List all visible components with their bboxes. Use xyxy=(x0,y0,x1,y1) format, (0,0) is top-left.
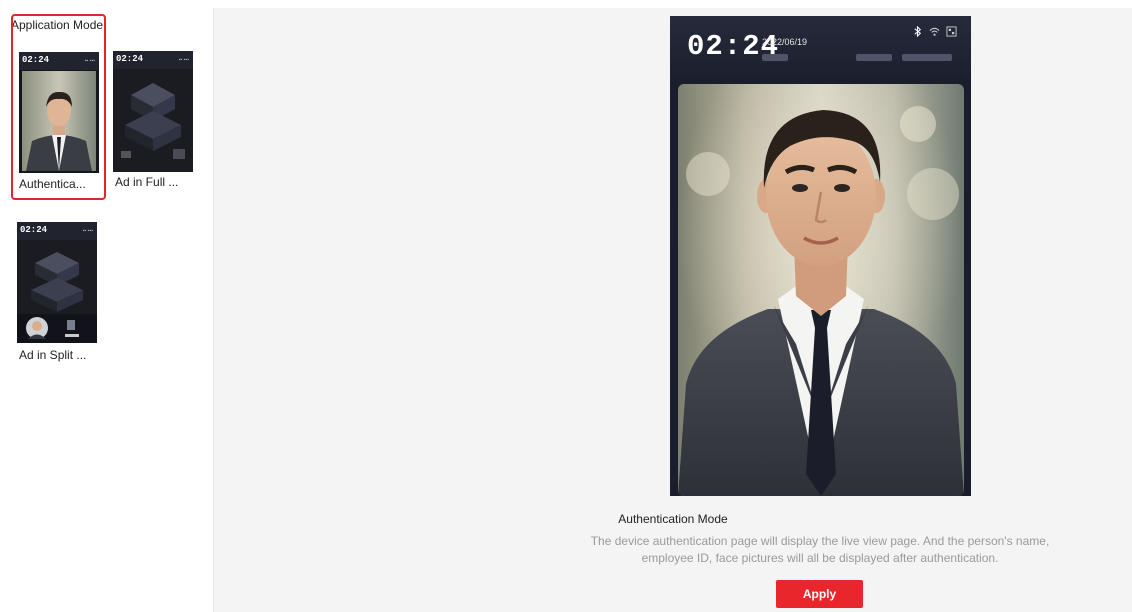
blurred-text xyxy=(902,54,952,61)
mode-description: The device authentication page will disp… xyxy=(590,534,1050,565)
mode-card-ad-split[interactable]: 02:24 ▪▪ ▪▪▪ Ad in Split ... xyxy=(11,207,106,393)
person-photo xyxy=(22,71,96,171)
thumb-time: 02:24 xyxy=(116,54,144,64)
split-ad-image xyxy=(17,240,97,343)
blurred-text xyxy=(762,54,788,61)
mode-card-authentication[interactable]: 02:24 ▪▪ ▪▪▪ Authentica... xyxy=(11,14,106,200)
mode-thumbnail: 02:24 ▪▪ ▪▪▪ xyxy=(17,222,97,343)
device-preview: 02:24 2022/06/19 xyxy=(670,16,971,496)
apply-button[interactable]: Apply xyxy=(776,580,863,608)
mode-thumbnail: 02:24 ▪▪ ▪▪▪ xyxy=(19,52,99,173)
device-status-bar: 02:24 2022/06/19 xyxy=(670,16,971,80)
qr-code-icon xyxy=(946,26,957,37)
device-status-icons xyxy=(912,26,957,37)
thumb-status-icons: ▪▪ ▪▪▪ xyxy=(178,57,189,63)
thumb-time: 02:24 xyxy=(20,225,48,235)
thumb-status-icons: ▪▪ ▪▪▪ xyxy=(82,228,93,234)
blurred-text xyxy=(856,54,892,61)
mode-title: Authentication Mode xyxy=(618,512,728,526)
device-date: 2022/06/19 xyxy=(762,37,808,47)
mode-card-ad-full[interactable]: 02:24 ▪▪ ▪▪▪ Ad in Full ... xyxy=(105,45,200,231)
thumb-time: 02:24 xyxy=(22,55,50,65)
thumb-status-bar: 02:24 ▪▪ ▪▪▪ xyxy=(17,222,97,240)
mode-thumbnail: 02:24 ▪▪ ▪▪▪ xyxy=(113,51,193,172)
mode-sidebar: Application Mode 02:24 ▪▪ ▪▪▪ Authentica… xyxy=(0,0,213,612)
mode-label: Ad in Split ... xyxy=(19,348,87,362)
mode-label: Ad in Full ... xyxy=(115,175,179,189)
mode-label: Authentica... xyxy=(19,177,86,191)
thumb-status-bar: 02:24 ▪▪ ▪▪▪ xyxy=(113,51,193,69)
wifi-icon xyxy=(929,27,940,36)
person-photo xyxy=(678,84,964,496)
bluetooth-icon xyxy=(914,26,922,37)
ad-image xyxy=(113,69,193,172)
thumb-status-icons: ▪▪ ▪▪▪ xyxy=(84,58,95,64)
thumb-status-bar: 02:24 ▪▪ ▪▪▪ xyxy=(19,52,99,70)
